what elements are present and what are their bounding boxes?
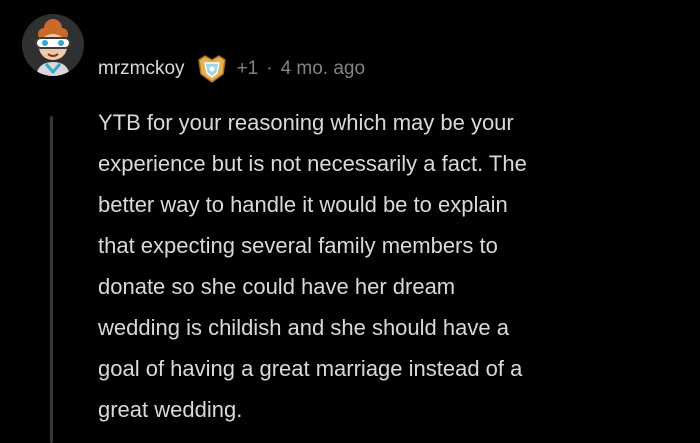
avatar-icon [22,14,84,76]
comment-body-line: better way to handle it would be to expl… [98,192,508,217]
username-link[interactable]: mrzmckoy [98,58,185,80]
comment-body-line: wedding is childish and she should have … [98,315,509,340]
comment-panel: mrzmckoy +1 · 4 mo. ago YTB for your rea… [0,0,700,443]
comment-body-line: great wedding. [98,397,243,422]
comment-meta: mrzmckoy +1 · 4 mo. ago [98,52,365,86]
user-avatar[interactable] [22,14,84,76]
comment-body-line: experience but is not necessarily a fact… [98,151,527,176]
comment-body: YTB for your reasoning which may be your… [98,102,688,430]
meta-separator: · [266,58,273,79]
comment-body-line: goal of having a great marriage instead … [98,356,523,381]
points-count: +1 [236,58,259,79]
comment-body-line: YTB for your reasoning which may be your [98,110,514,135]
comment-body-line: that expecting several family members to [98,233,498,258]
thread-line[interactable] [50,116,53,443]
award-badge-icon [195,54,229,84]
comment-body-line: donate so she could have her dream [98,274,456,299]
comment-age[interactable]: 4 mo. ago [281,58,366,80]
